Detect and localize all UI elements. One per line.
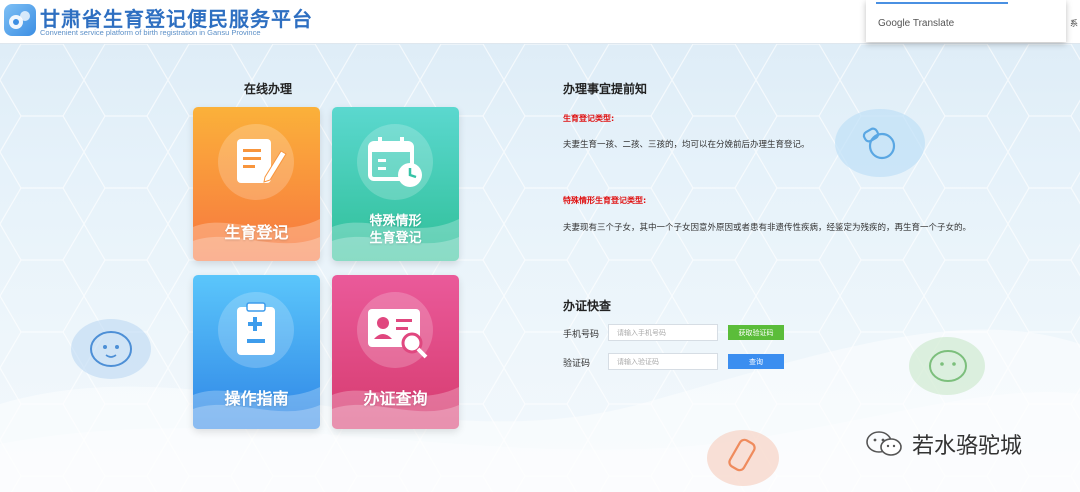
wechat-icon	[866, 431, 902, 456]
phone-label: 手机号码	[563, 330, 600, 340]
clipboard-guide-icon	[218, 292, 294, 368]
special-label-line1: 特殊情形	[369, 214, 422, 229]
google-translate-widget[interactable]: Google Translate	[866, 0, 1066, 42]
operation-guide-card[interactable]: 操作指南	[193, 275, 320, 429]
certificate-query-card[interactable]: 办证查询	[332, 275, 459, 429]
translate-language-select[interactable]	[876, 0, 1008, 4]
verification-code-label: 验证码	[563, 359, 591, 369]
translate-word: Translate	[912, 18, 955, 29]
birth-registration-type-text: 夫妻生育一孩、二孩、三孩的，均可以在分娩前后办理生育登记。	[563, 140, 810, 150]
special-birth-registration-label: 特殊情形 生育登记	[332, 213, 459, 247]
birth-registration-card[interactable]: 生育登记	[193, 107, 320, 261]
verification-code-input[interactable]	[608, 353, 718, 370]
query-button[interactable]: 查询	[728, 354, 784, 369]
birth-registration-type-label: 生育登记类型:	[563, 114, 615, 123]
calendar-clock-icon	[357, 124, 433, 200]
special-registration-type-label: 特殊情形生育登记类型:	[563, 196, 647, 205]
site-header: 甘肃省生育登记便民服务平台 Convenient service platfor…	[0, 0, 1080, 44]
operation-guide-label: 操作指南	[224, 389, 289, 408]
special-label-line2: 生育登记	[369, 231, 422, 246]
phone-number-input[interactable]	[608, 324, 718, 341]
baby-face-green-icon	[909, 337, 985, 395]
special-birth-registration-card[interactable]: 特殊情形 生育登记	[332, 107, 459, 261]
birth-registration-label: 生育登记	[224, 223, 289, 242]
certificate-query-label: 办证查询	[363, 389, 428, 408]
id-card-search-icon	[357, 292, 433, 368]
baby-face-icon	[71, 319, 151, 379]
edit-document-icon	[218, 124, 294, 200]
online-section-title: 在线办理	[244, 82, 293, 96]
special-registration-type-text: 夫妻现有三个子女，其中一个子女因意外原因或者患有非遗传性疾病，经鉴定为残疾的，再…	[563, 223, 972, 233]
translate-brand: Google	[878, 18, 911, 29]
quick-query-title: 办证快查	[563, 299, 612, 313]
notice-section-title: 办理事宜提前知	[563, 82, 648, 96]
cutoff-edge-text: 系	[1070, 19, 1078, 28]
translate-branding: Google Translate	[878, 18, 954, 29]
baby-bottle-icon	[707, 430, 779, 486]
site-subtitle: Convenient service platform of birth reg…	[40, 28, 261, 37]
watermark-text: 若水骆驼城	[912, 434, 1023, 459]
get-verification-code-button[interactable]: 获取验证码	[728, 325, 784, 340]
site-logo[interactable]	[4, 4, 36, 36]
logo-mark-icon	[9, 11, 30, 29]
